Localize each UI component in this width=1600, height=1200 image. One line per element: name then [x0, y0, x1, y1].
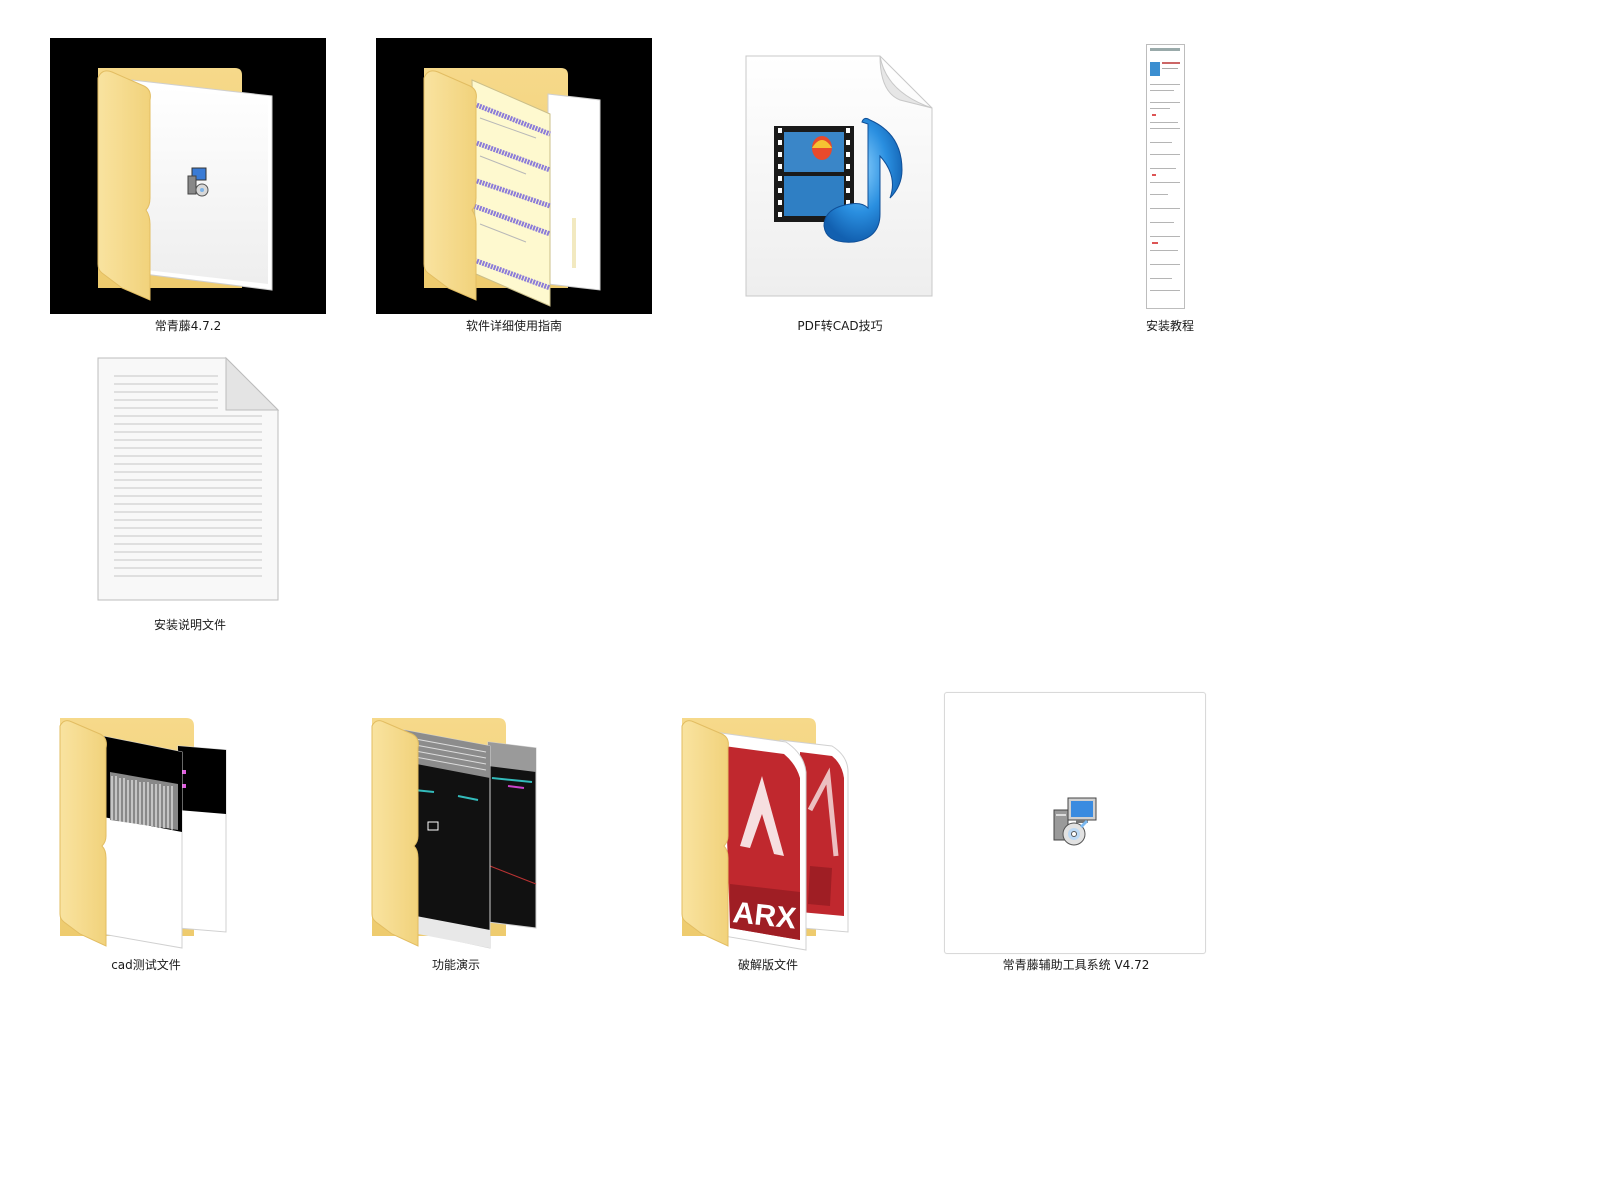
text-file-icon — [96, 356, 282, 602]
file-label: 安装说明文件 — [153, 618, 226, 632]
file-item-install-readme[interactable]: 安装说明文件 — [50, 352, 330, 642]
file-item-pdf-to-cad-video[interactable]: PDF转CAD技巧 — [700, 38, 980, 338]
file-label: 安装教程 — [1145, 319, 1194, 333]
folder-with-document-preview-icon — [376, 38, 652, 314]
file-item-cracked-version-folder[interactable]: ARX 破解版文件 — [630, 712, 910, 982]
folder-with-installer-preview-icon — [50, 38, 326, 314]
file-label: 破解版文件 — [737, 958, 798, 972]
file-item-installer-v472[interactable]: 常青藤辅助工具系统 V4.72 — [944, 692, 1206, 982]
file-item-cad-test-folder[interactable]: cad测试文件 — [10, 712, 290, 982]
folder-with-arx-preview-icon: ARX — [680, 716, 870, 956]
folder-with-cad-preview-icon — [58, 716, 248, 956]
file-item-changqingteng-folder[interactable]: 常青藤4.7.2 — [50, 38, 328, 338]
installer-package-icon — [1048, 796, 1100, 848]
folder-with-screenshot-preview-icon — [370, 716, 560, 956]
long-document-thumbnail-icon — [1146, 44, 1186, 310]
file-label: PDF转CAD技巧 — [797, 319, 883, 333]
file-label: 常青藤4.7.2 — [154, 319, 222, 333]
file-item-software-guide-folder[interactable]: 软件详细使用指南 — [376, 38, 654, 338]
file-label: 常青藤辅助工具系统 V4.72 — [1002, 958, 1150, 972]
file-item-install-tutorial[interactable]: 安装教程 — [1030, 38, 1310, 338]
video-file-icon — [740, 52, 940, 302]
file-label: 软件详细使用指南 — [465, 319, 562, 333]
file-label: cad测试文件 — [111, 958, 181, 972]
file-label: 功能演示 — [431, 958, 480, 972]
file-item-feature-demo-folder[interactable]: 功能演示 — [318, 712, 598, 982]
arx-label: ARX — [731, 896, 797, 935]
